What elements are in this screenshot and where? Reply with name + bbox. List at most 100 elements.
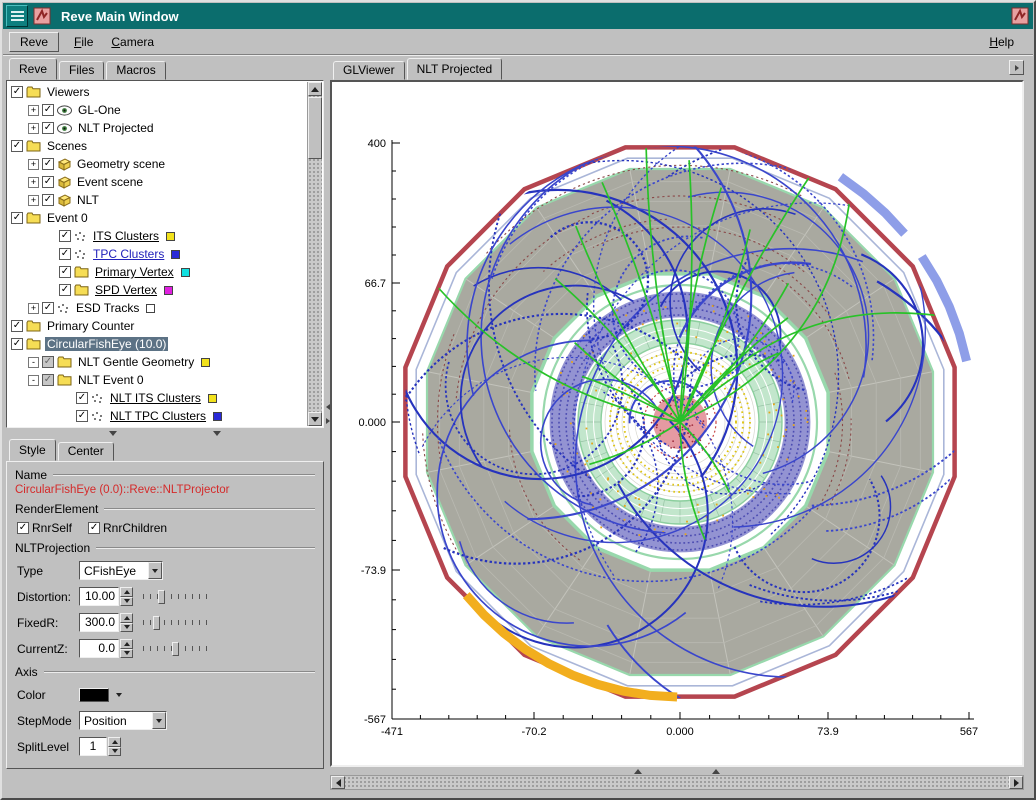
- tree-item-geometry-scene[interactable]: +✓Geometry scene: [9, 155, 306, 173]
- expander-icon[interactable]: +: [28, 159, 39, 170]
- tree-item-primary-counter[interactable]: ✓Primary Counter: [9, 317, 306, 335]
- checkbox[interactable]: ✓: [42, 302, 54, 314]
- fixedr-slider[interactable]: [143, 615, 207, 631]
- tree-item-tpc-clusters[interactable]: ✓TPC Clusters: [9, 245, 306, 263]
- checkbox[interactable]: ✓: [42, 374, 54, 386]
- expander-icon[interactable]: -: [28, 375, 39, 386]
- chevron-down-icon[interactable]: [148, 562, 162, 579]
- tree-item-label: NLT: [75, 193, 101, 207]
- window-icon-button[interactable]: [1010, 6, 1030, 26]
- expander-icon[interactable]: +: [28, 195, 39, 206]
- menu-file[interactable]: File: [65, 31, 102, 53]
- spin-down-icon[interactable]: [120, 649, 133, 659]
- expander-icon[interactable]: +: [28, 123, 39, 134]
- distortion-spinner[interactable]: 10.00: [79, 587, 133, 606]
- tree-item-nlt-event-0[interactable]: -✓NLT Event 0: [9, 371, 306, 389]
- nlt-projected-view[interactable]: 40066.70.000-73.9-567-471-70.20.00073.95…: [332, 82, 1022, 765]
- tree-item-its-clusters[interactable]: ✓ITS Clusters: [9, 227, 306, 245]
- stepmode-combobox[interactable]: Position: [79, 711, 167, 730]
- checkbox[interactable]: ✓: [11, 86, 23, 98]
- window-menu-button[interactable]: [6, 5, 28, 27]
- expander-icon[interactable]: +: [28, 105, 39, 116]
- scrollbar-thumb[interactable]: [308, 97, 322, 159]
- checkbox[interactable]: ✓: [59, 284, 71, 296]
- checkbox[interactable]: ✓: [42, 104, 54, 116]
- currentz-slider[interactable]: [143, 641, 207, 657]
- checkbox[interactable]: ✓: [11, 338, 23, 350]
- checkbox[interactable]: ✓: [76, 392, 88, 404]
- checkbox[interactable]: ✓: [76, 410, 88, 422]
- checkbox[interactable]: ✓: [59, 230, 71, 242]
- axis-color-swatch[interactable]: [79, 688, 109, 702]
- chevron-down-icon[interactable]: [113, 689, 125, 701]
- tree-item-event-0[interactable]: ✓Event 0: [9, 209, 306, 227]
- canvas-horizontal-scrollbar[interactable]: [330, 775, 1024, 790]
- checkbox[interactable]: ✓: [11, 140, 23, 152]
- expander-icon[interactable]: -: [28, 357, 39, 368]
- checkbox[interactable]: ✓: [11, 212, 23, 224]
- spin-up-icon[interactable]: [108, 737, 121, 747]
- tab-style[interactable]: Style: [9, 439, 56, 461]
- tree-item-spd-vertex[interactable]: ✓SPD Vertex: [9, 281, 306, 299]
- tree-item-circularfisheye-10-0-[interactable]: ✓CircularFishEye (10.0): [9, 335, 306, 353]
- tree-item-nlt[interactable]: +✓ NLT: [9, 191, 306, 209]
- chevron-down-icon[interactable]: [152, 712, 166, 729]
- tree-splitter[interactable]: [6, 429, 324, 438]
- checkbox[interactable]: ✓: [42, 356, 54, 368]
- checkbox[interactable]: ✓: [59, 266, 71, 278]
- tab-macros[interactable]: Macros: [106, 61, 165, 80]
- slider-thumb[interactable]: [158, 590, 165, 604]
- currentz-spinner[interactable]: 0.0: [79, 639, 133, 658]
- tree-item-primary-vertex[interactable]: ✓Primary Vertex: [9, 263, 306, 281]
- expander-icon[interactable]: +: [28, 177, 39, 188]
- tab-reve[interactable]: Reve: [9, 58, 57, 80]
- scroll-right-icon[interactable]: [1009, 776, 1023, 789]
- distortion-slider[interactable]: [143, 589, 207, 605]
- expander-icon[interactable]: +: [28, 303, 39, 314]
- menu-camera[interactable]: Camera: [102, 31, 163, 53]
- spin-down-icon[interactable]: [120, 623, 133, 633]
- tree-item-nlt-its-clusters[interactable]: ✓NLT ITS Clusters: [9, 389, 306, 407]
- rnrchildren-checkbox[interactable]: ✓: [88, 522, 100, 534]
- style-panel: Style Center Name CircularFishEye (0.0):…: [6, 439, 324, 769]
- checkbox[interactable]: ✓: [42, 122, 54, 134]
- splitter-up-icon: [712, 769, 720, 774]
- spin-up-icon[interactable]: [120, 613, 133, 623]
- scroll-up-icon[interactable]: [308, 82, 322, 96]
- spin-down-icon[interactable]: [120, 597, 133, 607]
- tree-item-event-scene[interactable]: +✓Event scene: [9, 173, 306, 191]
- tree-item-nlt-gentle-geometry[interactable]: -✓NLT Gentle Geometry: [9, 353, 306, 371]
- tab-center[interactable]: Center: [58, 442, 114, 461]
- slider-thumb[interactable]: [153, 616, 160, 630]
- checkbox[interactable]: ✓: [42, 176, 54, 188]
- spin-up-icon[interactable]: [120, 639, 133, 649]
- type-combobox[interactable]: CFishEye: [79, 561, 163, 580]
- spin-down-icon[interactable]: [108, 747, 121, 757]
- tab-nlt-projected[interactable]: NLT Projected: [407, 58, 503, 80]
- checkbox[interactable]: ✓: [11, 320, 23, 332]
- slider-thumb[interactable]: [172, 642, 179, 656]
- scroll-down-icon[interactable]: [308, 412, 322, 426]
- menu-reve[interactable]: Reve: [9, 32, 59, 52]
- tree-item-gl-one[interactable]: +✓GL-One: [9, 101, 306, 119]
- tab-glviewer[interactable]: GLViewer: [333, 61, 405, 80]
- checkbox[interactable]: ✓: [59, 248, 71, 260]
- rnrself-checkbox[interactable]: ✓: [17, 522, 29, 534]
- fixedr-spinner[interactable]: 300.0: [79, 613, 133, 632]
- tree-item-scenes[interactable]: ✓Scenes: [9, 137, 306, 155]
- tab-files[interactable]: Files: [59, 61, 104, 80]
- scroll-left-icon[interactable]: [331, 776, 345, 789]
- tab-scroll-button[interactable]: [1009, 60, 1024, 75]
- spin-up-icon[interactable]: [120, 587, 133, 597]
- menu-help[interactable]: Help: [980, 31, 1023, 53]
- tree-item-esd-tracks[interactable]: +✓ESD Tracks: [9, 299, 306, 317]
- canvas-splitter[interactable]: [330, 768, 1024, 775]
- event-display-canvas[interactable]: 40066.70.000-73.9-567-471-70.20.00073.95…: [330, 80, 1024, 767]
- checkbox[interactable]: ✓: [42, 158, 54, 170]
- tree-item-nlt-projected[interactable]: +✓NLT Projected: [9, 119, 306, 137]
- tree-vertical-scrollbar[interactable]: [307, 82, 322, 426]
- tree-item-viewers[interactable]: ✓Viewers: [9, 83, 306, 101]
- splitlevel-spinner[interactable]: 1: [79, 737, 121, 756]
- tree-item-nlt-tpc-clusters[interactable]: ✓NLT TPC Clusters: [9, 407, 306, 425]
- checkbox[interactable]: ✓: [42, 194, 54, 206]
